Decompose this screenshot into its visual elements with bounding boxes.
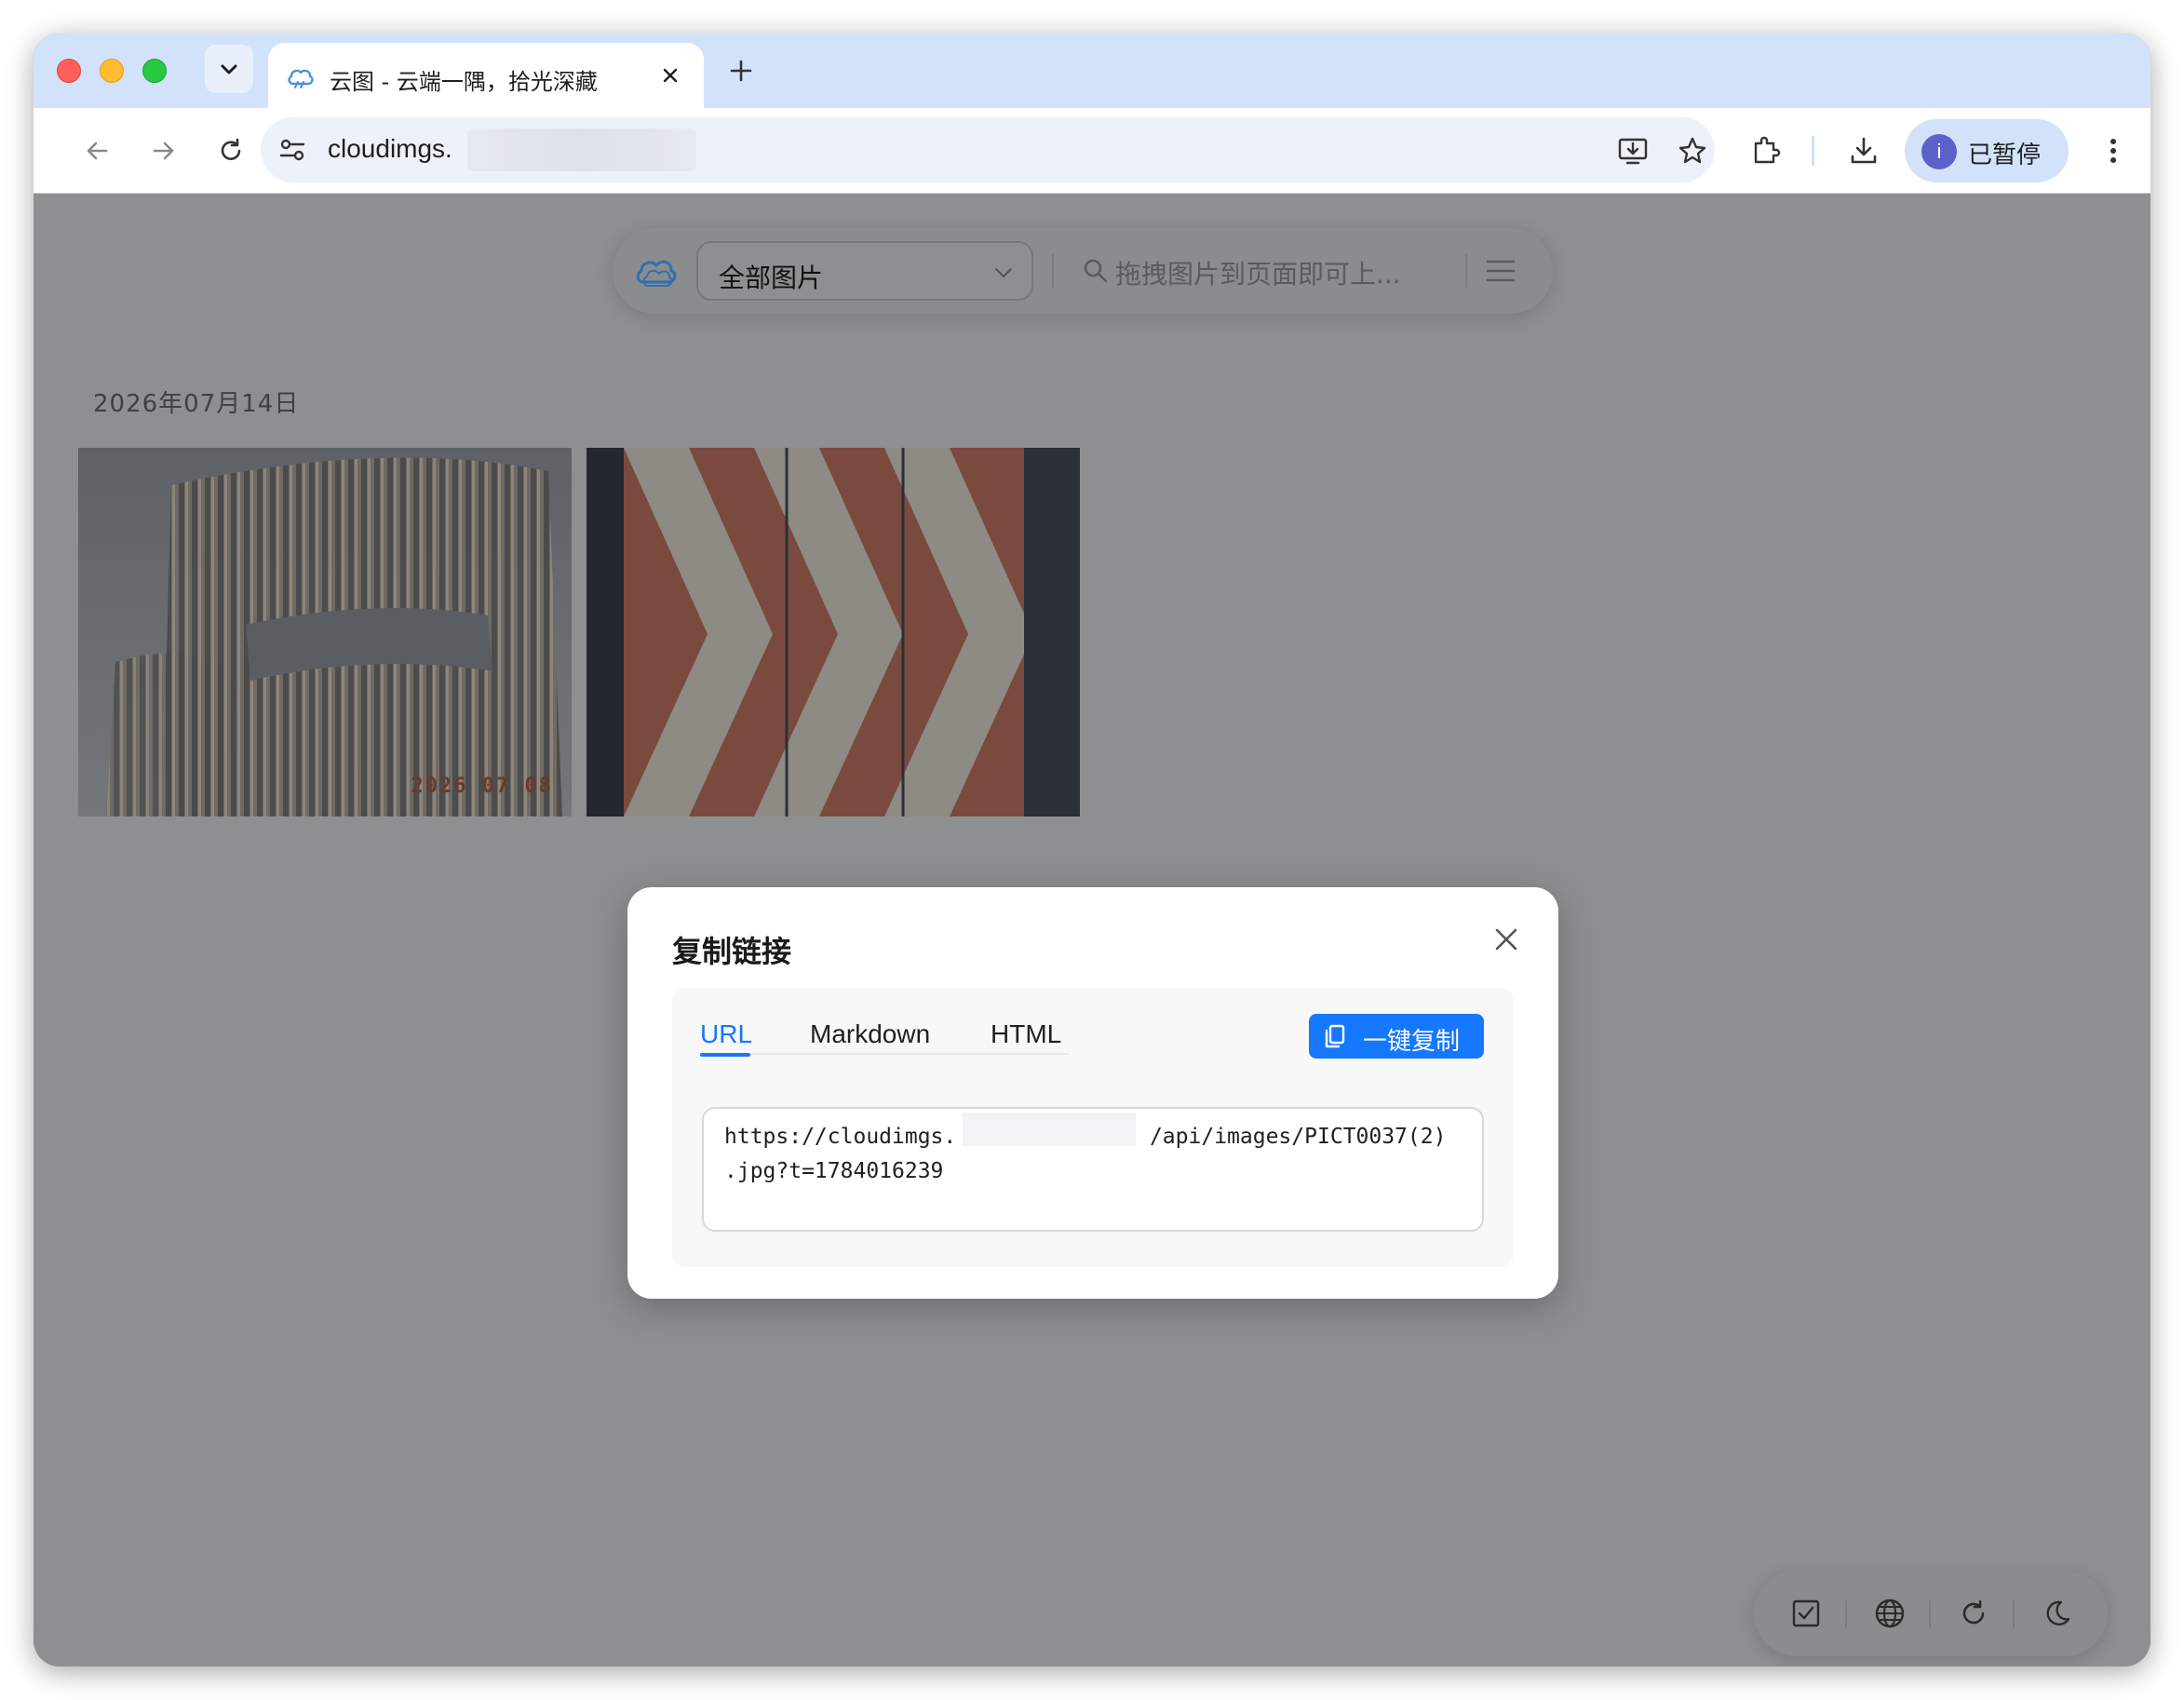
star-icon[interactable] — [1674, 132, 1711, 169]
chevron-down-icon — [995, 268, 1012, 277]
date-group-label: 2026年07月14日 — [93, 390, 300, 418]
search-icon — [1084, 259, 1108, 283]
chevron-down-icon — [221, 64, 237, 74]
building-photo — [78, 448, 572, 816]
floating-toolbar — [1754, 1571, 2108, 1656]
download-icon[interactable] — [1841, 128, 1886, 173]
copy-icon — [1325, 1024, 1345, 1048]
profile-button[interactable]: i 已暂停 — [1905, 119, 2069, 182]
moon-icon[interactable] — [2039, 1595, 2076, 1632]
browser-toolbar: cloudimgs. i 已暂停 — [34, 108, 2150, 194]
tab-strip: 云图 - 云端一隅，拾光深藏 — [34, 34, 2150, 112]
profile-status: 已暂停 — [1968, 142, 2042, 169]
page-content: 全部图片 拖拽图片到页面即可上... 2026年07月14日 2026 07 0… — [34, 195, 2150, 1666]
select-value: 全部图片 — [719, 263, 824, 293]
image-filter-select[interactable]: 全部图片 — [696, 241, 1033, 301]
window-minimize-button[interactable] — [100, 59, 124, 83]
divider — [2013, 1600, 2015, 1628]
back-icon[interactable] — [73, 127, 121, 175]
menu-dots-icon[interactable] — [2091, 128, 2136, 173]
window-close-button[interactable] — [57, 59, 81, 83]
cloud-icon — [288, 69, 314, 88]
close-icon[interactable] — [1488, 921, 1525, 958]
close-icon[interactable] — [657, 63, 683, 89]
reload-icon[interactable] — [207, 127, 255, 175]
dialog-title: 复制链接 — [672, 934, 792, 969]
globe-icon[interactable] — [1871, 1595, 1908, 1632]
toolbar-divider — [1812, 136, 1814, 166]
plus-icon[interactable] — [722, 54, 760, 91]
image-thumbnail[interactable] — [586, 448, 1080, 816]
photo-date-stamp: 2026 07 08 — [411, 775, 553, 798]
address-bar[interactable]: cloudimgs. — [261, 117, 1715, 182]
copy-button-label: 一键复制 — [1363, 1028, 1461, 1056]
hamburger-icon[interactable] — [1484, 254, 1517, 288]
tab-title: 云图 - 云端一隅，拾光深藏 — [330, 69, 598, 95]
redacted-domain — [963, 1113, 1136, 1146]
tab-markdown[interactable]: Markdown — [810, 1019, 930, 1049]
format-tabs: URL Markdown HTML — [700, 1014, 1069, 1057]
divider — [1845, 1600, 1847, 1628]
link-line-2: .jpg?t=1784016239 — [724, 1159, 944, 1183]
upload-search-input[interactable]: 拖拽图片到页面即可上... — [1115, 254, 1401, 291]
forward-icon[interactable] — [140, 127, 188, 175]
chevron-pattern-photo — [586, 448, 1080, 816]
divider — [1465, 254, 1467, 288]
browser-window: 云图 - 云端一隅，拾光深藏 cloudimgs. i 已暂停 全部图片 拖拽图… — [34, 34, 2150, 1666]
link-textarea[interactable]: https://cloudimgs. /api/images/PICT0037(… — [702, 1107, 1484, 1232]
site-settings-icon[interactable] — [276, 133, 309, 167]
copy-link-dialog: 复制链接 URL Markdown HTML 一键复制 https://clou… — [627, 887, 1558, 1299]
active-tab-indicator — [700, 1053, 750, 1057]
copy-all-button[interactable]: 一键复制 — [1309, 1014, 1484, 1059]
image-thumbnail[interactable]: 2026 07 08 — [78, 448, 572, 816]
divider — [1929, 1600, 1931, 1628]
extensions-icon[interactable] — [1743, 128, 1787, 173]
refresh-icon[interactable] — [1955, 1595, 1992, 1632]
tab-html[interactable]: HTML — [991, 1019, 1061, 1049]
tab-url[interactable]: URL — [700, 1019, 752, 1049]
app-header-bar: 全部图片 拖拽图片到页面即可上... — [613, 228, 1553, 314]
tab-search-button[interactable] — [205, 45, 253, 93]
avatar: i — [1921, 134, 1957, 169]
redacted-url-portion — [467, 128, 696, 171]
cloud-icon[interactable] — [631, 247, 681, 297]
checkbox-icon[interactable] — [1787, 1595, 1825, 1632]
window-maximize-button[interactable] — [142, 59, 167, 83]
divider — [1052, 254, 1054, 288]
address-url: cloudimgs. — [328, 134, 452, 163]
browser-tab[interactable]: 云图 - 云端一隅，拾光深藏 — [268, 43, 704, 112]
install-icon[interactable] — [1614, 132, 1651, 169]
link-panel: URL Markdown HTML 一键复制 https://cloudimgs… — [672, 988, 1514, 1267]
